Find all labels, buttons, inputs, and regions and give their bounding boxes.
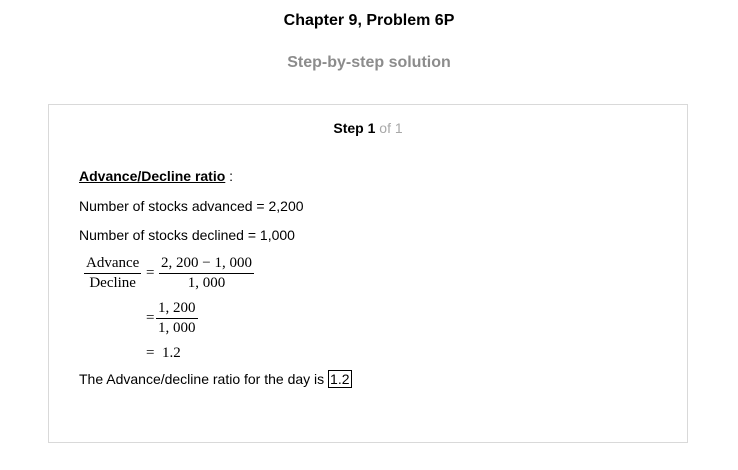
lhs-numerator: Advance (86, 255, 140, 271)
step-label: Step (333, 120, 364, 136)
equation-3: = 1.2 (146, 345, 181, 362)
equals-sign: = (146, 265, 155, 281)
step2-denominator: 1, 000 (158, 320, 196, 336)
result-value: 1.2 (161, 345, 181, 361)
step-number: 1 (367, 120, 376, 136)
equation-1: Advance Decline = 2, 200 − 1, 000 1, 000 (84, 255, 264, 299)
final-answer-line: The Advance/decline ratio for the day is… (79, 370, 352, 388)
rhs-numerator: 2, 200 − 1, 000 (161, 255, 252, 271)
rhs-denominator: 1, 000 (187, 275, 226, 291)
page-title: Chapter 9, Problem 6P (283, 12, 455, 29)
final-answer-text: The Advance/decline ratio for the day is (79, 371, 325, 387)
section-heading: Advance/Decline ratio : (79, 168, 233, 184)
page-subtitle: Step-by-step solution (287, 54, 451, 71)
step-indicator: Step 1 of 1 (49, 120, 687, 136)
solution-card: Step 1 of 1 Advance/Decline ratio : Numb… (48, 104, 688, 443)
step-of: of 1 (379, 120, 403, 136)
heading-colon: : (229, 168, 234, 184)
advanced-line: Number of stocks advanced = 2,200 (79, 198, 304, 214)
equals-sign: = (146, 310, 155, 326)
step2-numerator: 1, 200 (158, 300, 196, 316)
step2-fraction: 1, 200 1, 000 (156, 300, 198, 337)
rhs-fraction: 2, 200 − 1, 000 1, 000 (159, 255, 254, 292)
equation-2: = 1, 200 1, 000 (146, 300, 226, 344)
heading-text: Advance/Decline ratio (79, 168, 226, 184)
lhs-fraction: Advance Decline (84, 255, 142, 292)
fraction-bar (159, 273, 254, 274)
final-answer-box: 1.2 (328, 370, 352, 388)
declined-line: Number of stocks declined = 1,000 (79, 227, 295, 243)
equals-sign: = (146, 345, 155, 361)
fraction-bar (84, 273, 142, 274)
lhs-denominator: Decline (89, 275, 136, 291)
fraction-bar (156, 318, 198, 319)
